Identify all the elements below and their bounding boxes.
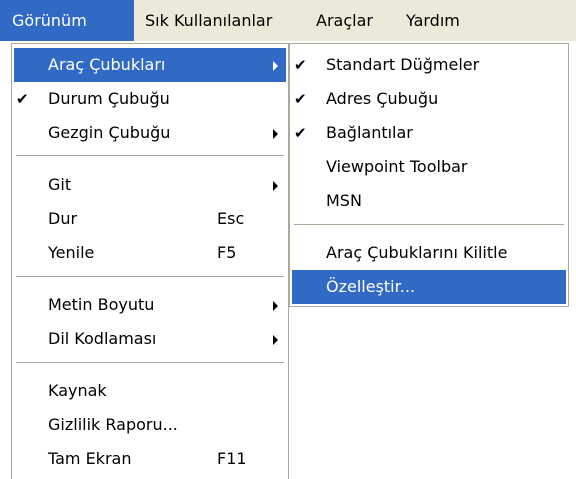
chevron-right-icon bbox=[273, 181, 278, 191]
menu-item-tam-ekran[interactable]: Tam Ekran F11 bbox=[14, 442, 286, 476]
menu-item-label: Durum Çubuğu bbox=[48, 89, 170, 108]
submenu-item-adres-cubugu[interactable]: ✔ Adres Çubuğu bbox=[292, 82, 566, 116]
check-icon: ✔ bbox=[294, 124, 307, 142]
submenu-item-ozellestir[interactable]: Özelleştir... bbox=[292, 270, 566, 304]
check-icon: ✔ bbox=[294, 56, 307, 74]
submenu-item-baglantilar[interactable]: ✔ Bağlantılar bbox=[292, 116, 566, 150]
menu-item-yenile[interactable]: Yenile F5 bbox=[14, 236, 286, 270]
menu-item-metin-boyutu[interactable]: Metin Boyutu bbox=[14, 288, 286, 322]
submenu-item-viewpoint-toolbar[interactable]: Viewpoint Toolbar bbox=[292, 150, 566, 184]
menu-item-dil-kodlamasi[interactable]: Dil Kodlaması bbox=[14, 322, 286, 356]
menu-item-label: Kaynak bbox=[48, 381, 107, 400]
menu-separator bbox=[294, 224, 564, 225]
menu-item-label: Araç Çubuklarını Kilitle bbox=[326, 243, 508, 262]
check-icon: ✔ bbox=[294, 90, 307, 108]
chevron-right-icon bbox=[273, 61, 278, 71]
menu-yardim[interactable]: Yardım bbox=[406, 0, 460, 41]
chevron-right-icon bbox=[273, 335, 278, 345]
menu-item-label: Gizlilik Raporu... bbox=[48, 415, 178, 434]
submenu-item-standart-dugmeler[interactable]: ✔ Standart Düğmeler bbox=[292, 48, 566, 82]
menu-item-shortcut: F11 bbox=[217, 449, 247, 468]
menu-item-arac-cubuklari[interactable]: Araç Çubukları bbox=[14, 48, 286, 82]
chevron-right-icon bbox=[273, 129, 278, 139]
menu-item-label: Bağlantılar bbox=[326, 123, 413, 142]
menu-separator bbox=[16, 362, 284, 363]
menu-item-label: Viewpoint Toolbar bbox=[326, 157, 468, 176]
menu-item-label: Adres Çubuğu bbox=[326, 89, 439, 108]
menu-separator bbox=[16, 155, 284, 156]
menu-item-label: Dil Kodlaması bbox=[48, 329, 157, 348]
menu-item-label: Gezgin Çubuğu bbox=[48, 123, 171, 142]
menu-item-label: MSN bbox=[326, 191, 362, 210]
menu-item-label: Metin Boyutu bbox=[48, 295, 155, 314]
menu-item-kaynak[interactable]: Kaynak bbox=[14, 374, 286, 408]
menu-item-gezgin-cubugu[interactable]: Gezgin Çubuğu bbox=[14, 116, 286, 150]
menu-item-git[interactable]: Git bbox=[14, 168, 286, 202]
menu-item-label: Standart Düğmeler bbox=[326, 55, 480, 74]
menu-item-label: Yenile bbox=[48, 243, 95, 262]
menu-araclar[interactable]: Araçlar bbox=[316, 0, 373, 41]
submenu-item-kilitle[interactable]: Araç Çubuklarını Kilitle bbox=[292, 236, 566, 270]
menu-sik-kullanilanlar[interactable]: Sık Kullanılanlar bbox=[145, 0, 272, 41]
chevron-right-icon bbox=[273, 301, 278, 311]
submenu-item-msn[interactable]: MSN bbox=[292, 184, 566, 218]
menu-gorunum[interactable]: Görünüm bbox=[0, 0, 134, 41]
view-menu-dropdown: Araç Çubukları ✔ Durum Çubuğu Gezgin Çub… bbox=[11, 43, 289, 479]
check-icon: ✔ bbox=[16, 90, 29, 108]
menu-item-dur[interactable]: Dur Esc bbox=[14, 202, 286, 236]
menu-item-durum-cubugu[interactable]: ✔ Durum Çubuğu bbox=[14, 82, 286, 116]
menu-separator bbox=[16, 276, 284, 277]
menu-item-label: Tam Ekran bbox=[48, 449, 132, 468]
menu-item-shortcut: F5 bbox=[217, 243, 237, 262]
menu-item-label: Araç Çubukları bbox=[48, 55, 166, 74]
menu-item-shortcut: Esc bbox=[217, 209, 245, 228]
menu-item-label: Dur bbox=[48, 209, 78, 228]
toolbars-submenu: ✔ Standart Düğmeler ✔ Adres Çubuğu ✔ Bağ… bbox=[289, 43, 569, 307]
menu-bar: Görünüm Sık Kullanılanlar Araçlar Yardım bbox=[0, 0, 576, 41]
menu-item-gizlilik-raporu[interactable]: Gizlilik Raporu... bbox=[14, 408, 286, 442]
menu-item-label: Özelleştir... bbox=[326, 277, 415, 296]
menu-item-label: Git bbox=[48, 175, 72, 194]
